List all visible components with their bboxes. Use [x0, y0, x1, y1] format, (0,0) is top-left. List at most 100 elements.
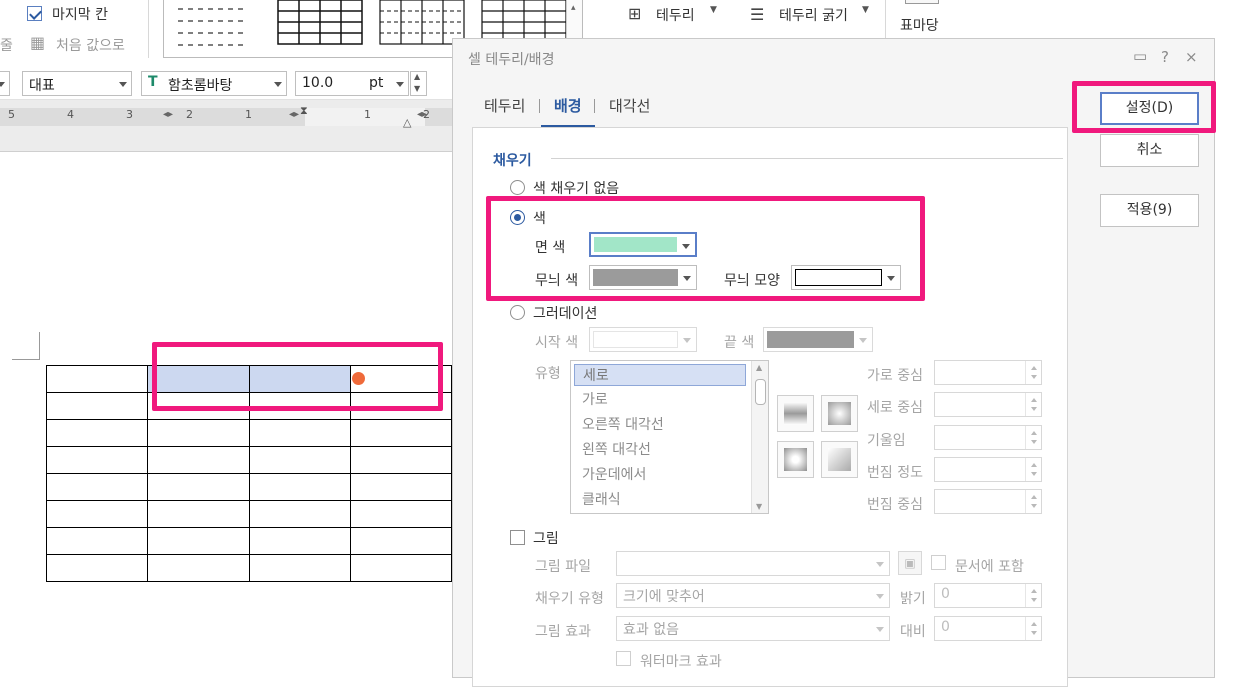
document-area[interactable]	[0, 152, 453, 678]
end-color-picker[interactable]	[763, 327, 873, 352]
apply-button[interactable]: 적용(9)	[1100, 194, 1199, 227]
horizontal-ruler[interactable]: 5 4 3 2 1 1 2 ◂▸ ◂▸ ◂▸ ⧗ △	[0, 100, 452, 152]
picture-file-combo[interactable]	[616, 551, 890, 576]
table-cell[interactable]	[45, 554, 149, 582]
list-item[interactable]: 가운데에서	[574, 464, 746, 486]
table-icon	[905, 0, 939, 4]
style-value: 대표	[29, 78, 55, 94]
list-scrollbar[interactable]: ▲ ▼	[751, 361, 768, 513]
gradient-corner-icon[interactable]	[821, 441, 858, 478]
table-cell[interactable]	[349, 473, 453, 501]
table-cell[interactable]	[45, 446, 149, 474]
border-button[interactable]: 테두리	[656, 5, 695, 25]
font-size-spinner[interactable]: ▲ ▼	[410, 71, 427, 96]
table-button[interactable]: 표마당	[900, 15, 939, 35]
font-size-combo[interactable]: 10.0 pt	[295, 71, 409, 96]
fill-type-combo[interactable]: 크기에 맞추어	[616, 583, 890, 608]
tab-background[interactable]: 배경	[554, 95, 582, 116]
last-column-checkbox[interactable]	[27, 6, 42, 21]
h-center-spinner[interactable]	[934, 360, 1042, 385]
tab-separator	[594, 99, 595, 113]
column-marker-icon[interactable]: ◂▸	[289, 109, 299, 120]
list-item[interactable]: 클래식	[574, 489, 746, 511]
table-cell[interactable]	[147, 527, 250, 555]
gradation-radio[interactable]	[510, 305, 525, 320]
table-cell[interactable]	[349, 500, 453, 528]
cancel-button[interactable]: 취소	[1100, 134, 1199, 167]
reset-icon: ▦	[30, 33, 46, 52]
fill-section-label: 채우기	[493, 153, 532, 169]
gradation-type-list[interactable]: 세로 가로 오른쪽 대각선 왼쪽 대각선 가운데에서 클래식 ▲ ▼	[570, 360, 769, 514]
table-cell[interactable]	[147, 554, 250, 582]
partial-combo[interactable]	[0, 71, 10, 96]
slope-spinner[interactable]	[934, 425, 1042, 450]
list-item[interactable]: 왼쪽 대각선	[574, 439, 746, 461]
reset-button[interactable]: 처음 값으로	[56, 35, 125, 55]
style-combo[interactable]: 대표	[22, 71, 132, 96]
table-cell[interactable]	[248, 500, 351, 528]
table-cell[interactable]	[45, 473, 149, 501]
gradient-vertical-icon[interactable]	[777, 395, 814, 432]
table-cell[interactable]	[349, 446, 453, 474]
page-corner-mark	[12, 332, 40, 360]
list-item[interactable]: 세로	[574, 364, 746, 386]
v-center-spinner[interactable]	[934, 392, 1042, 417]
chevron-down-icon[interactable]: ▼	[710, 5, 717, 15]
table-cell[interactable]	[248, 473, 351, 501]
ribbon-divider	[148, 0, 149, 58]
table-cell[interactable]	[45, 500, 149, 528]
click-marker	[352, 372, 365, 385]
table-cell[interactable]	[45, 527, 149, 555]
picture-effect-label: 그림 효과	[535, 624, 591, 640]
list-item[interactable]: 가로	[574, 389, 746, 411]
table-cell[interactable]	[349, 419, 453, 447]
spread-spinner[interactable]	[934, 457, 1042, 482]
column-marker-icon[interactable]: ◂▸	[163, 109, 173, 120]
tab-border[interactable]: 테두리	[484, 95, 525, 116]
list-item[interactable]: 오른쪽 대각선	[574, 414, 746, 436]
start-color-picker[interactable]	[589, 327, 697, 352]
brightness-spinner[interactable]: 0	[934, 583, 1042, 608]
column-marker-icon[interactable]: ◂▸	[417, 109, 427, 120]
table-cell[interactable]	[248, 419, 351, 447]
browse-picture-icon[interactable]: ▣	[898, 551, 922, 575]
table-cell[interactable]	[147, 419, 250, 447]
table-cell[interactable]	[147, 500, 250, 528]
scroll-thumb[interactable]	[755, 379, 766, 405]
table-cell[interactable]	[45, 419, 149, 447]
table-cell[interactable]	[147, 446, 250, 474]
table-cell[interactable]	[147, 473, 250, 501]
help-icon[interactable]: ?	[1161, 48, 1169, 66]
indent-marker-icon[interactable]: ⧗	[300, 104, 308, 118]
table-cell[interactable]	[248, 446, 351, 474]
table-cell[interactable]	[45, 392, 149, 420]
ruler-number: 4	[67, 108, 74, 121]
spread-center-spinner[interactable]	[934, 489, 1042, 514]
table-cell[interactable]	[248, 527, 351, 555]
right-indent-icon[interactable]: △	[403, 116, 411, 129]
watermark-checkbox[interactable]	[616, 651, 631, 666]
border-thickness-button[interactable]: 테두리 굵기	[779, 5, 848, 25]
chevron-down-icon[interactable]: ▼	[862, 5, 869, 15]
tab-diagonal[interactable]: 대각선	[609, 95, 650, 116]
table-cell[interactable]	[349, 554, 453, 582]
gradient-center-icon[interactable]	[777, 441, 814, 478]
gradation-type-label: 유형	[535, 366, 561, 382]
table-cell[interactable]	[349, 527, 453, 555]
picture-checkbox[interactable]	[510, 530, 525, 545]
close-icon[interactable]: ×	[1185, 48, 1198, 66]
comment-icon[interactable]: ▭	[1133, 47, 1147, 65]
gradient-radial-icon[interactable]	[821, 395, 858, 432]
table-cell[interactable]	[248, 554, 351, 582]
table-style-preset-2[interactable]	[277, 0, 363, 45]
contrast-spinner[interactable]: 0	[934, 616, 1042, 641]
picture-effect-combo[interactable]: 효과 없음	[616, 616, 890, 641]
table-cell[interactable]	[45, 365, 149, 393]
no-fill-radio[interactable]	[510, 180, 525, 195]
table-row	[45, 419, 453, 447]
font-combo[interactable]: T 함초롬바탕	[141, 71, 287, 96]
include-in-document-checkbox[interactable]	[931, 555, 946, 570]
table-style-preset-1[interactable]	[178, 3, 248, 47]
contrast-value: 0	[941, 619, 950, 635]
dialog-title: 셀 테두리/배경	[468, 52, 555, 68]
